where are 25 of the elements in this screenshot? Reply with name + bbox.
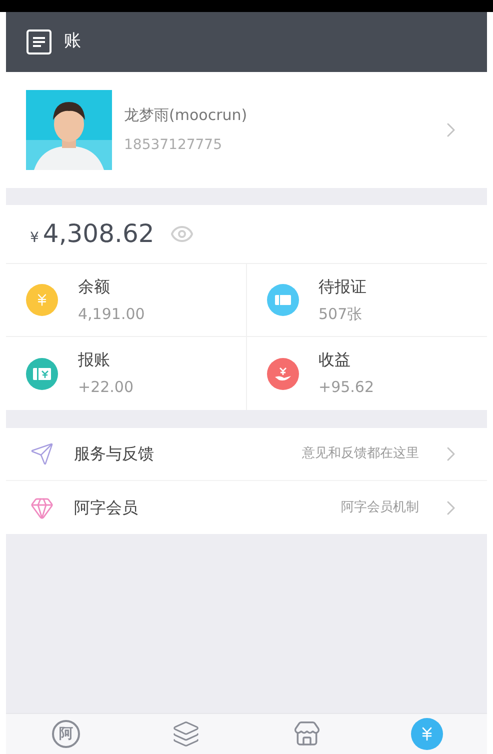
stat-label: 待报证 [318, 276, 366, 298]
stat-label: 余额 [78, 276, 111, 298]
logo-icon: 阿 [52, 720, 80, 748]
stat-value: 507张 [318, 304, 364, 325]
stat-value: 4,191.00 [78, 304, 145, 325]
currency-symbol: ¥ [30, 229, 39, 248]
menu-label: 阿字会员 [74, 496, 139, 518]
balance-amount: 4,308.62 [42, 218, 154, 250]
menu-label: 服务与反馈 [74, 443, 155, 465]
diamond-icon [30, 496, 54, 520]
user-name: 龙梦雨(moocrun) [124, 105, 248, 126]
yen-icon [410, 718, 443, 750]
stat-label: 报账 [78, 349, 111, 372]
header-title: 账 [64, 30, 81, 54]
menu-hint: 阿字会员机制 [341, 498, 419, 517]
stat-tile[interactable]: 余额 4,191.00 [6, 264, 246, 337]
stat-tile[interactable]: 收益 +95.62 [246, 337, 487, 410]
stat-label: 收益 [318, 349, 352, 372]
document-icon [26, 29, 52, 55]
phone-number: 18537127775 [124, 136, 223, 155]
stat-value: +22.00 [78, 377, 134, 398]
stat-tile[interactable]: 待报证 507张 [246, 264, 487, 337]
menu-hint: 意见和反馈都在这里 [302, 445, 419, 464]
paper-plane-icon [30, 442, 54, 466]
stat-value: +95.62 [318, 377, 374, 398]
